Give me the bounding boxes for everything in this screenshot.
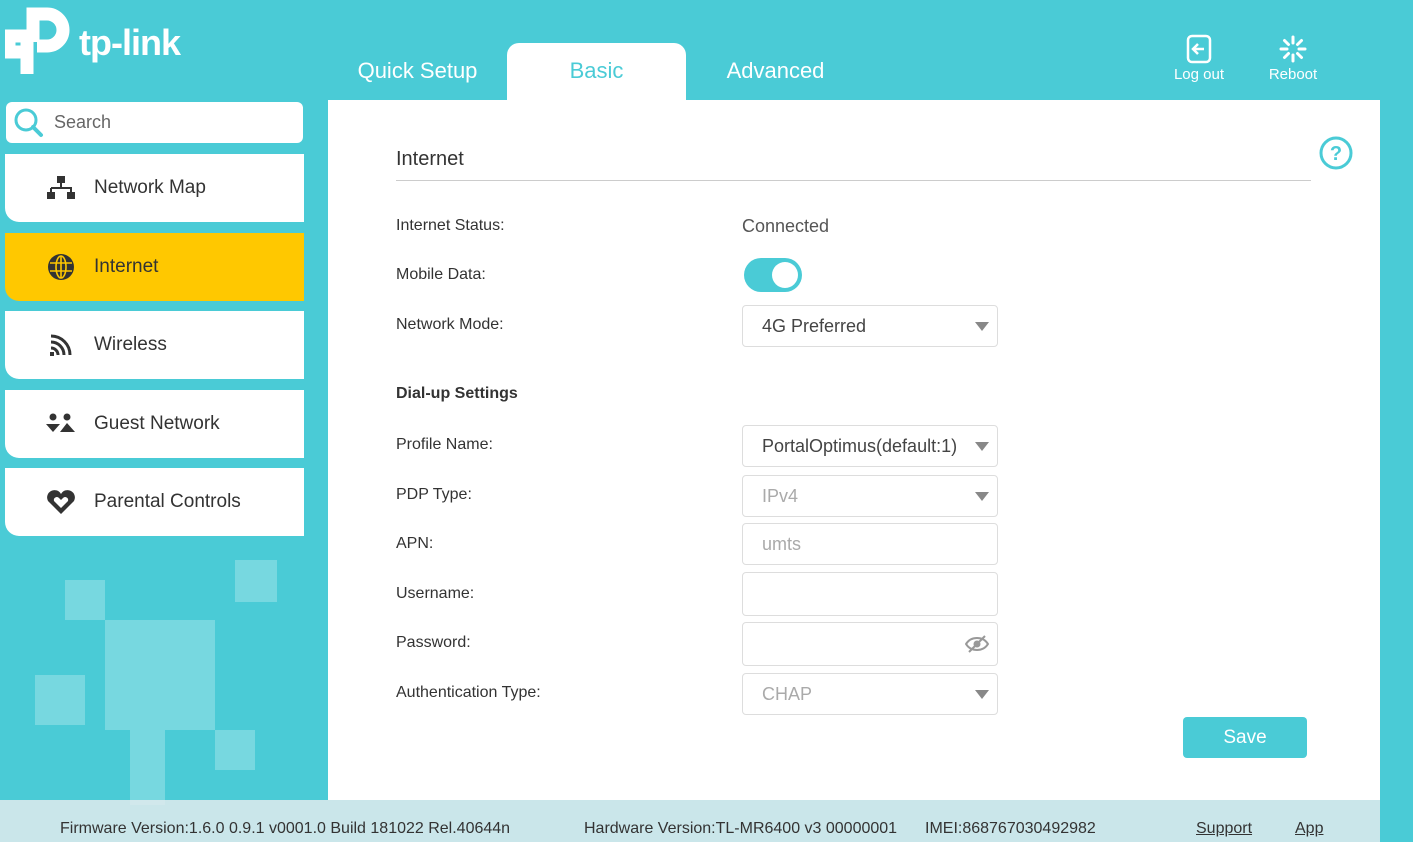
eye-hidden-icon[interactable] (965, 635, 989, 653)
logout-label: Log out (1173, 66, 1225, 83)
sidebar-item-guest-network[interactable]: Guest Network (5, 390, 304, 458)
help-button[interactable]: ? (1319, 136, 1353, 175)
network-mode-label: Network Mode: (396, 316, 504, 333)
auth-type-value: CHAP (762, 683, 813, 704)
tab-quick-setup[interactable]: Quick Setup (328, 43, 507, 101)
mobile-data-label: Mobile Data: (396, 266, 486, 283)
guest-network-icon (41, 413, 81, 435)
sidebar-item-label: Network Map (94, 177, 206, 198)
imei: IMEI:868767030492982 (925, 820, 1096, 837)
chevron-down-icon (975, 322, 989, 331)
sidebar-item-wireless[interactable]: Wireless (5, 311, 304, 379)
tp-link-logo: tp-link (2, 6, 195, 76)
pdp-type-value: IPv4 (762, 485, 799, 506)
sidebar-item-internet[interactable]: Internet (5, 233, 304, 301)
username-input[interactable] (742, 572, 998, 616)
pdp-type-label: PDP Type: (396, 486, 472, 503)
logo-icon (2, 7, 70, 74)
sidebar-item-network-map[interactable]: Network Map (5, 154, 304, 222)
password-label: Password: (396, 634, 471, 651)
network-mode-select[interactable]: 4G Preferred (742, 305, 998, 347)
logout-icon (1186, 34, 1212, 64)
support-link[interactable]: Support (1196, 820, 1252, 838)
search-icon (14, 108, 43, 137)
internet-status-label: Internet Status: (396, 217, 505, 234)
mobile-data-toggle[interactable] (744, 258, 802, 292)
chevron-down-icon (975, 690, 989, 699)
section-title: Internet (396, 148, 464, 170)
internet-status-value: Connected (742, 216, 830, 236)
auth-type-select[interactable]: CHAP (742, 673, 998, 715)
reboot-button[interactable]: Reboot (1258, 34, 1328, 83)
apn-label: APN: (396, 535, 434, 552)
reboot-icon (1279, 35, 1307, 63)
dialup-heading: Dial-up Settings (396, 385, 518, 402)
chevron-down-icon (975, 442, 989, 451)
search-input[interactable] (54, 112, 284, 133)
firmware-version: Firmware Version:1.6.0 0.9.1 v0001.0 Bui… (60, 820, 511, 837)
apn-input[interactable]: umts (742, 523, 998, 565)
tab-basic[interactable]: Basic (507, 43, 686, 101)
auth-type-label: Authentication Type: (396, 684, 541, 701)
profile-name-value: PortalOptimus(default:1) (762, 435, 958, 456)
logout-button[interactable]: Log out (1164, 34, 1234, 83)
chevron-down-icon (975, 492, 989, 501)
hardware-version: Hardware Version:TL-MR6400 v3 00000001 (584, 820, 898, 837)
globe-icon (41, 252, 81, 282)
search-box[interactable] (6, 102, 303, 143)
profile-name-label: Profile Name: (396, 436, 493, 453)
pdp-type-select[interactable]: IPv4 (742, 475, 998, 517)
sidebar-item-label: Wireless (94, 334, 167, 355)
password-input[interactable] (742, 622, 998, 666)
heart-icon (41, 489, 81, 515)
brand-name: tp-link (79, 22, 181, 63)
sidebar-item-label: Parental Controls (94, 491, 241, 512)
apn-value: umts (762, 533, 802, 554)
reboot-label: Reboot (1268, 66, 1318, 83)
sidebar-item-label: Guest Network (94, 413, 220, 434)
network-map-icon (41, 176, 81, 200)
footer: Firmware Version:1.6.0 0.9.1 v0001.0 Bui… (0, 800, 1380, 842)
save-button[interactable]: Save (1183, 717, 1307, 758)
divider (396, 180, 1311, 181)
tab-advanced[interactable]: Advanced (686, 43, 865, 101)
username-label: Username: (396, 585, 475, 602)
network-mode-value: 4G Preferred (762, 315, 867, 336)
svg-text:?: ? (1330, 143, 1342, 165)
profile-name-select[interactable]: PortalOptimus(default:1) (742, 425, 998, 467)
main-panel: Internet ? Internet Status: Connected Mo… (328, 100, 1380, 800)
help-icon: ? (1319, 136, 1353, 170)
sidebar-item-label: Internet (94, 256, 159, 277)
wireless-icon (41, 333, 81, 357)
app-link[interactable]: App (1295, 820, 1323, 838)
sidebar-item-parental-controls[interactable]: Parental Controls (5, 468, 304, 536)
